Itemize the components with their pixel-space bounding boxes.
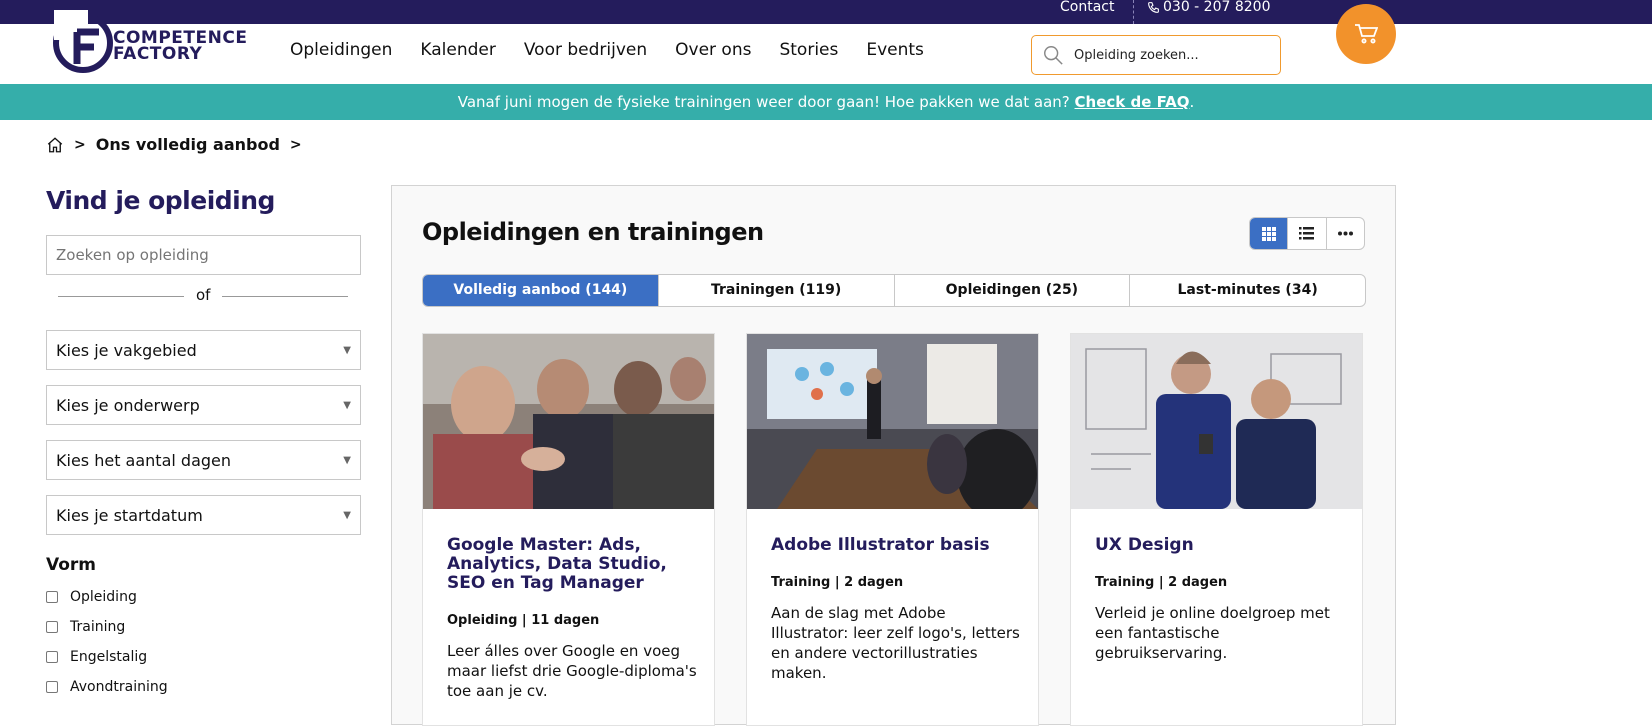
faq-link[interactable]: Check de FAQ [1075, 93, 1190, 111]
course-card[interactable]: UX Design Training | 2 dagen Verleid je … [1070, 333, 1363, 726]
divider-line [222, 296, 348, 297]
view-toggle [1249, 217, 1365, 250]
or-divider: of [46, 277, 362, 315]
course-tabs: Volledig aanbod (144) Trainingen (119) O… [422, 274, 1366, 307]
more-dots-icon [1337, 231, 1353, 236]
nav-voor-bedrijven[interactable]: Voor bedrijven [524, 40, 647, 60]
main-nav: Opleidingen Kalender Voor bedrijven Over… [290, 40, 924, 60]
dropdown-arrow-icon: ▼ [343, 400, 351, 411]
vorm-engelstalig[interactable]: Engelstalig [46, 649, 362, 665]
course-image[interactable] [423, 334, 714, 509]
brand-line-2: FACTORY [113, 44, 203, 64]
banner-end: . [1189, 93, 1195, 111]
competence-factory-logo[interactable] [50, 10, 116, 76]
course-image[interactable] [747, 334, 1038, 509]
checkbox[interactable] [46, 621, 58, 633]
nav-over-ons[interactable]: Over ons [675, 40, 751, 60]
select-label: Kies je onderwerp [56, 396, 200, 415]
page-title: Opleidingen en trainingen [422, 218, 764, 246]
course-title[interactable]: UX Design [1095, 536, 1345, 555]
vorm-heading: Vorm [46, 555, 97, 575]
course-description: Verleid je online doelgroep met een fant… [1095, 604, 1330, 662]
checkbox-label: Opleiding [70, 589, 137, 605]
nav-stories[interactable]: Stories [779, 40, 838, 60]
chevron-right-icon: > [74, 136, 86, 153]
nav-opleidingen[interactable]: Opleidingen [290, 40, 392, 60]
more-view-button[interactable] [1325, 218, 1364, 249]
course-meta: Opleiding | 11 dagen [447, 613, 600, 628]
course-card[interactable]: Google Master: Ads, Analytics, Data Stud… [422, 333, 715, 726]
select-label: Kies je vakgebied [56, 341, 197, 360]
course-title[interactable]: Adobe Illustrator basis [771, 536, 1021, 555]
tab-opleidingen[interactable]: Opleidingen (25) [893, 275, 1130, 306]
nav-kalender[interactable]: Kalender [420, 40, 495, 60]
checkbox[interactable] [46, 681, 58, 693]
site-search-input[interactable] [1074, 47, 1264, 63]
vorm-opleiding[interactable]: Opleiding [46, 589, 362, 605]
course-card[interactable]: Adobe Illustrator basis Training | 2 dag… [746, 333, 1039, 726]
checkbox[interactable] [46, 651, 58, 663]
shopping-cart-icon [1355, 24, 1378, 44]
dropdown-arrow-icon: ▼ [343, 455, 351, 466]
course-photo-audience [423, 334, 714, 509]
home-icon[interactable] [46, 136, 64, 154]
checkbox-label: Training [70, 619, 126, 635]
contact-link[interactable]: Contact [1060, 0, 1114, 14]
course-image[interactable] [1071, 334, 1362, 509]
dropdown-arrow-icon: ▼ [343, 510, 351, 521]
phone-icon [1148, 1, 1159, 13]
startdatum-select[interactable]: Kies je startdatum ▼ [46, 495, 361, 535]
dagen-select[interactable]: Kies het aantal dagen ▼ [46, 440, 361, 480]
site-search [1031, 35, 1281, 75]
brand-name: COMPETENCE FACTORY [113, 30, 247, 64]
checkbox-label: Engelstalig [70, 649, 148, 665]
filter-sidebar: Vind je opleiding of Kies je vakgebied▼ … [46, 186, 362, 695]
topbar-divider [1133, 0, 1134, 24]
breadcrumb: > Ons volledig aanbod > [46, 135, 302, 154]
chevron-right-icon: > [289, 136, 302, 153]
select-label: Kies het aantal dagen [56, 451, 232, 470]
course-photo-ux [1071, 334, 1362, 509]
grid-view-button[interactable] [1250, 218, 1288, 249]
list-view-button[interactable] [1287, 218, 1325, 249]
sidebar-title: Vind je opleiding [46, 186, 275, 215]
results-panel: Opleidingen en trainingen Volledig aanbo… [391, 185, 1396, 726]
banner-text: Vanaf juni mogen de fysieke trainingen w… [457, 93, 1075, 111]
phone-number: 030 - 207 8200 [1163, 0, 1271, 15]
site-header: COMPETENCE FACTORY Opleidingen Kalender … [0, 4, 1652, 84]
nav-events[interactable]: Events [866, 40, 924, 60]
course-title[interactable]: Google Master: Ads, Analytics, Data Stud… [447, 536, 697, 593]
course-description: Leer álles over Google en voeg maar lief… [447, 642, 697, 700]
phone-link[interactable]: 030 - 207 8200 [1147, 0, 1270, 14]
course-meta: Training | 2 dagen [771, 575, 904, 590]
breadcrumb-current[interactable]: Ons volledig aanbod [96, 135, 280, 154]
grid-icon [1261, 226, 1276, 241]
select-label: Kies je startdatum [56, 506, 203, 525]
course-meta: Training | 2 dagen [1095, 575, 1228, 590]
checkbox[interactable] [46, 591, 58, 603]
or-label: of [196, 286, 211, 304]
cart-button[interactable] [1336, 4, 1396, 64]
vorm-avondtraining[interactable]: Avondtraining [46, 679, 362, 695]
vakgebied-select[interactable]: Kies je vakgebied ▼ [46, 330, 361, 370]
list-icon [1299, 227, 1315, 240]
tab-trainingen[interactable]: Trainingen (119) [657, 275, 894, 306]
tab-volledig-aanbod[interactable]: Volledig aanbod (144) [423, 275, 658, 306]
top-bar: Contact 030 - 207 8200 [0, 0, 1652, 24]
checkbox-label: Avondtraining [70, 679, 168, 695]
course-search-input[interactable] [46, 235, 361, 275]
vorm-training[interactable]: Training [46, 619, 362, 635]
announcement-banner: Vanaf juni mogen de fysieke trainingen w… [0, 84, 1652, 120]
tab-last-minutes[interactable]: Last-minutes (34) [1129, 275, 1365, 306]
dropdown-arrow-icon: ▼ [343, 345, 351, 356]
search-icon[interactable] [1042, 44, 1064, 66]
course-photo-meeting [747, 334, 1038, 509]
course-description: Aan de slag met Adobe Illustrator: leer … [771, 604, 1020, 682]
onderwerp-select[interactable]: Kies je onderwerp ▼ [46, 385, 361, 425]
divider-line [58, 296, 184, 297]
